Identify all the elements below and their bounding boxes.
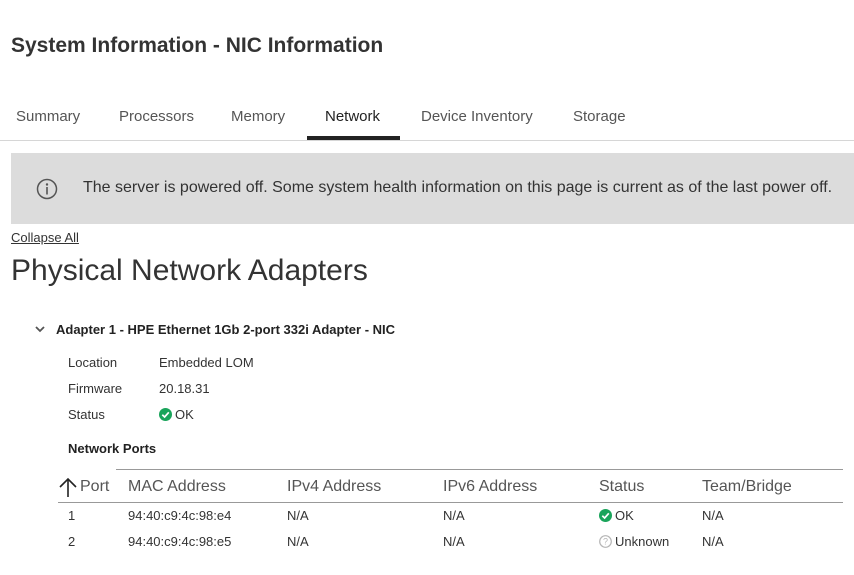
network-ports-title: Network Ports bbox=[68, 441, 157, 456]
column-header-mac[interactable]: MAC Address bbox=[128, 478, 226, 496]
row-1-ipv6: N/A bbox=[443, 508, 465, 523]
row-2-status: ? Unknown bbox=[599, 534, 669, 549]
row-2-port: 2 bbox=[68, 534, 76, 549]
ok-icon bbox=[159, 408, 172, 421]
info-icon bbox=[36, 178, 58, 200]
power-off-banner: The server is powered off. Some system h… bbox=[11, 153, 854, 224]
table-top-divider bbox=[116, 469, 843, 470]
tab-summary[interactable]: Summary bbox=[16, 108, 80, 125]
row-2-ipv6: N/A bbox=[443, 534, 465, 549]
location-label: Location bbox=[68, 355, 118, 370]
collapse-all-link[interactable]: Collapse All bbox=[11, 230, 79, 245]
row-2-team-bridge: N/A bbox=[702, 534, 724, 549]
row-1-mac: 94:40:c9:4c:98:e4 bbox=[128, 508, 232, 523]
column-header-status[interactable]: Status bbox=[599, 478, 644, 496]
chevron-down-icon bbox=[35, 326, 45, 333]
sort-arrow-up-icon[interactable] bbox=[58, 476, 78, 498]
section-heading: Physical Network Adapters bbox=[11, 254, 368, 287]
row-1-team-bridge: N/A bbox=[702, 508, 724, 523]
svg-text:?: ? bbox=[603, 537, 608, 547]
column-header-port[interactable]: Port bbox=[80, 478, 109, 496]
firmware-label: Firmware bbox=[68, 381, 123, 396]
active-tab-indicator bbox=[307, 136, 400, 140]
status-value: OK bbox=[159, 407, 194, 422]
column-header-team-bridge[interactable]: Team/Bridge bbox=[702, 478, 792, 496]
tab-device-inventory[interactable]: Device Inventory bbox=[421, 108, 533, 125]
tab-network[interactable]: Network bbox=[325, 108, 380, 125]
tab-bar: Summary Processors Memory Network Device… bbox=[0, 100, 854, 141]
row-1-status-text: OK bbox=[615, 508, 634, 523]
banner-message: The server is powered off. Some system h… bbox=[83, 179, 833, 196]
adapter-title: Adapter 1 - HPE Ethernet 1Gb 2-port 332i… bbox=[56, 322, 396, 337]
firmware-value: 20.18.31 bbox=[159, 381, 210, 396]
status-label: Status bbox=[68, 407, 105, 422]
column-header-ipv4[interactable]: IPv4 Address bbox=[287, 478, 381, 496]
unknown-icon: ? bbox=[599, 535, 612, 548]
tab-storage[interactable]: Storage bbox=[573, 108, 626, 125]
column-header-ipv6[interactable]: IPv6 Address bbox=[443, 478, 537, 496]
row-1-port: 1 bbox=[68, 508, 76, 523]
row-1-ipv4: N/A bbox=[287, 508, 309, 523]
row-2-ipv4: N/A bbox=[287, 534, 309, 549]
ok-icon bbox=[599, 509, 612, 522]
row-2-mac: 94:40:c9:4c:98:e5 bbox=[128, 534, 232, 549]
location-value: Embedded LOM bbox=[159, 355, 254, 370]
row-2-status-text: Unknown bbox=[615, 534, 670, 549]
tab-processors[interactable]: Processors bbox=[119, 108, 194, 125]
table-header-divider bbox=[58, 502, 843, 503]
status-text: OK bbox=[175, 407, 194, 422]
tab-memory[interactable]: Memory bbox=[231, 108, 285, 125]
row-1-status: OK bbox=[599, 508, 634, 523]
page-title: System Information - NIC Information bbox=[11, 34, 384, 57]
